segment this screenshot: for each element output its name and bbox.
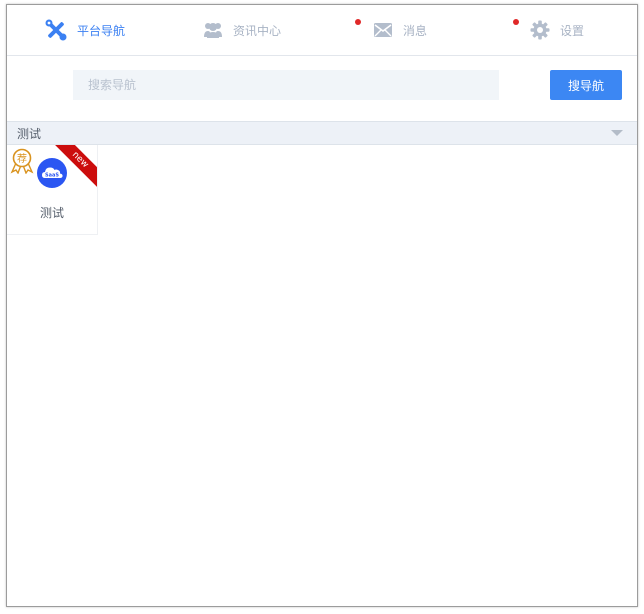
chevron-down-icon[interactable] — [611, 130, 623, 136]
saas-cloud-logo-icon: SaaS — [37, 158, 67, 188]
search-input[interactable] — [73, 70, 499, 100]
nav-card-label: 测试 — [39, 206, 64, 220]
nav-tab-news[interactable]: 资讯中心 — [203, 5, 281, 55]
gear-icon — [530, 20, 550, 40]
search-button[interactable]: 搜导航 — [550, 70, 622, 100]
nav-tab-settings[interactable]: 设置 — [530, 5, 584, 55]
logo-text: SaaS — [45, 172, 59, 178]
nav-tab-label: 资讯中心 — [233, 23, 282, 38]
nav-tab-label: 消息 — [403, 23, 428, 38]
nav-tab-label: 设置 — [560, 23, 585, 38]
tools-icon — [45, 19, 67, 41]
settings-unread-dot — [513, 19, 519, 25]
top-nav: 平台导航 资讯中心 消息 设置 — [7, 5, 637, 56]
recommend-badge-icon: 荐 — [10, 148, 34, 174]
recommend-badge-text: 荐 — [17, 153, 27, 165]
nav-tab-platform[interactable]: 平台导航 — [45, 5, 125, 55]
app-frame: 平台导航 资讯中心 消息 设置 搜索导航 搜导航 测试 荐 new SaaS 测… — [6, 4, 638, 607]
mail-icon — [374, 23, 392, 37]
nav-tab-messages[interactable]: 消息 — [373, 5, 427, 55]
nav-card[interactable]: 荐 new SaaS 测试 — [7, 145, 98, 235]
category-header[interactable]: 测试 — [7, 121, 637, 145]
category-title: 测试 — [17, 127, 42, 141]
nav-tab-label: 平台导航 — [77, 23, 126, 38]
messages-unread-dot — [355, 19, 361, 25]
users-icon — [204, 23, 222, 38]
